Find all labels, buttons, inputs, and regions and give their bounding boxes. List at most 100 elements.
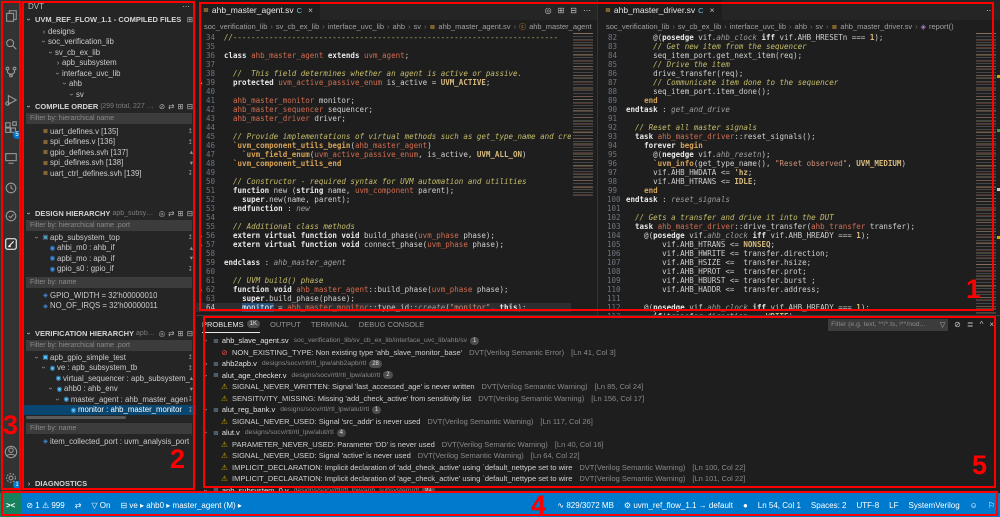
problems-issue-row[interactable]: ⚠ PARAMETER_NEVER_USED: Parameter 'DD' is… (196, 439, 1000, 451)
code-line[interactable]: 89 end (598, 96, 974, 105)
code-line[interactable]: 54 (196, 213, 571, 222)
close-icon[interactable]: × (308, 5, 313, 15)
pin-arrow-icon[interactable]: ▴ (190, 148, 196, 156)
sync-icon[interactable]: ⇄ (70, 493, 87, 517)
code-line[interactable]: 61 // UVM build() phase (196, 276, 571, 285)
code-line[interactable]: 44 (196, 123, 571, 132)
breadcrumb-item[interactable]: ahb (795, 22, 808, 31)
remote-indicator[interactable]: >< (0, 493, 22, 517)
chevron-down-icon[interactable]: › (202, 371, 211, 379)
code-line[interactable]: 63 super.build_phase(phase); (196, 294, 571, 303)
tree-row[interactable]: ≣ gpio_defines.svh [137] ▴ (22, 147, 196, 158)
code-line[interactable]: 88 seq_item_port.item_done(); (598, 87, 974, 96)
code-line[interactable]: 40 (196, 87, 571, 96)
problems-file-row[interactable]: › ≣ alut_age_checker.v designs/socv/rtl/rtl… (196, 370, 1000, 382)
minimap[interactable] (571, 33, 597, 315)
code-line[interactable]: ▲ 56 extern virtual function void build_p… (196, 231, 571, 240)
tree-row[interactable]: ≣ spi_defines.svh [138] ▾ (22, 158, 196, 169)
code-line[interactable]: 108 vif.AHB_HPROT <= transfer.prot; (598, 267, 974, 276)
follow-icon[interactable]: ◎ (159, 329, 166, 338)
collapse-all-icon[interactable]: ⊘ (954, 320, 961, 329)
code-line[interactable]: ▲ 57 extern virtual function void connect… (196, 240, 571, 249)
breadcrumb-item[interactable]: report() (929, 22, 954, 31)
pin-arrow-icon[interactable]: ▾ (190, 159, 196, 167)
code-line[interactable]: 50 // Constructor - required syntax for … (196, 177, 571, 186)
layout-icon[interactable]: ⊟ (570, 6, 577, 15)
tree-row[interactable]: › ahb (22, 79, 196, 90)
code-line[interactable]: 36 class ahb_master_agent extends uvm_age… (196, 51, 571, 60)
code-line[interactable]: 37 (196, 60, 571, 69)
problems-summary[interactable]: ⊘ 1 ⚠ 999 (21, 493, 69, 517)
account-icon[interactable] (0, 440, 22, 464)
tree-row[interactable]: › sv (22, 89, 196, 100)
verify-check-icon[interactable] (0, 204, 22, 228)
code-line[interactable]: 55 // Additional class methods (196, 222, 571, 231)
tree-row[interactable]: ◉ apbi_mo : apb_if ▾ (22, 253, 196, 264)
run-status-icon[interactable] (0, 176, 22, 200)
code-line[interactable]: 64 monitor = ahb_master_monitor::type_id… (196, 303, 571, 312)
code-line[interactable]: 48 `uvm_component_utils_end (196, 159, 571, 168)
code-line[interactable]: 98 vif.AHB_HTRANS <= IDLE; (598, 177, 974, 186)
problems-issue-row[interactable]: ⚠ SIGNAL_NEVER_USED: Signal 'src_addr' is… (196, 416, 1000, 428)
breadcrumb[interactable]: soc_verification_lib › sv_cb_ex_lib › interf… (196, 20, 597, 33)
dvt-build-config[interactable]: ⚙ uvm_ref_flow_1.1 → default (619, 493, 738, 517)
tree-row[interactable]: ◉ ahbi_m0 : ahb_if ▴ (22, 243, 196, 254)
problems-issue-row[interactable]: ⊘ NON_EXISTING_TYPE: Non existing type 'a… (196, 347, 1000, 359)
problems-issue-row[interactable]: ⚠ SIGNAL_NEVER_USED: Signal 'active' is n… (196, 450, 1000, 462)
code-line[interactable]: 97 vif.AHB_HWDATA <= 'hz; (598, 168, 974, 177)
pin-arrow-icon[interactable]: ↥ (188, 233, 196, 241)
chevron-right-icon[interactable]: › (202, 359, 210, 368)
problems-file-row[interactable]: › ≣ apb_subsystem_0.v designs/socv/rtl/rtl_… (196, 485, 1000, 493)
code-line[interactable]: 52 super.new(name, parent); (196, 195, 571, 204)
compiled-files-header[interactable]: › UVM_REF_FLOW_1.1 - COMPILED FILES ⊞ (22, 13, 196, 25)
code-line[interactable]: 111 (598, 294, 974, 303)
dvt-filter-toggle[interactable]: ▽ On (86, 493, 115, 517)
more-actions-icon[interactable]: ⋯ (583, 6, 591, 15)
clear-icon[interactable]: ⊘ (159, 102, 165, 111)
more-actions-icon[interactable]: ⋯ (182, 2, 190, 11)
breadcrumb-item[interactable]: interface_uvc_lib (730, 22, 786, 31)
tree-row[interactable]: ◈ item_collected_port : uvm_analysis_port (22, 436, 196, 447)
chevron-down-icon[interactable]: › (202, 486, 211, 493)
verification-ports-filter-input[interactable]: Filter by: name (26, 423, 192, 434)
code-line[interactable]: 59 endclass : ahb_master_agent (196, 258, 571, 267)
trace-icon[interactable]: ⇄ (168, 209, 174, 218)
screencast-icon[interactable]: ◎ (545, 6, 552, 15)
breadcrumb-item[interactable]: ahb_master_agent (529, 22, 592, 31)
code-line[interactable]: 47 `uvm_field_enum(uvm_active_passive_en… (196, 150, 571, 159)
horizontal-scrollbar[interactable] (26, 416, 126, 419)
split-editor-icon[interactable]: ⊞ (558, 6, 565, 15)
code-line[interactable]: 103 task ahb_master_driver::drive_transf… (598, 222, 974, 231)
code-line[interactable]: 100 endtask : reset_signals (598, 195, 974, 204)
feedback-smiley-icon[interactable]: ☺ (965, 493, 983, 517)
design-hierarchy-filter-input[interactable]: Filter by: hierarchical name .port (26, 220, 192, 231)
notifications-bell-icon[interactable]: ⚐ (983, 493, 1000, 517)
tree-row[interactable]: › soc_verification_lib (22, 37, 196, 48)
open-editors-icon[interactable]: ⊞ (187, 15, 193, 24)
pin-arrow-icon[interactable]: ↥ (188, 364, 196, 372)
code-line[interactable]: 101 (598, 204, 974, 213)
breadcrumb-item[interactable]: ahb (393, 22, 406, 31)
code-line[interactable]: 86 drive_transfer(req); (598, 69, 974, 78)
export-icon[interactable]: ⊟ (187, 209, 193, 218)
explorer-icon[interactable] (0, 4, 22, 28)
problems-filter-input[interactable]: Filter (e.g. text, **/*.ts, !**/nod... ▽ (828, 318, 949, 331)
tree-row[interactable]: ◈ GPIO_WIDTH = 32'h00000010 (22, 290, 196, 301)
pin-arrow-icon[interactable]: ↧ (188, 406, 196, 414)
tree-row[interactable]: ≣ spi_defines.v [136] ↥ (22, 137, 196, 148)
pin-arrow-icon[interactable]: ↧ (188, 395, 196, 403)
code-line[interactable]: 46 `uvm_component_utils_begin(ahb_master… (196, 141, 571, 150)
code-line[interactable]: 87 // Communicate item done to the seque… (598, 78, 974, 87)
code-line[interactable]: 105 vif.AHB_HTRANS <= NONSEQ; (598, 240, 974, 249)
code-editor[interactable]: 34 //------------------------------------… (196, 33, 571, 315)
remote-explorer-icon[interactable] (0, 146, 22, 170)
breadcrumb-item[interactable]: sv_cb_ex_lib (276, 22, 319, 31)
diagnostics-header[interactable]: › DIAGNOSTICS (22, 477, 196, 489)
problems-file-row[interactable]: › ≣ ahb2apb.v designs/socv/rtl/rtl_lpw/ahb2… (196, 358, 1000, 370)
code-line[interactable]: 41 ahb_master_monitor monitor; (196, 96, 571, 105)
code-line[interactable]: 82 @(posedge vif.ahb_clock iff vif.AHB_H… (598, 33, 974, 42)
code-line[interactable]: 51 function new (string name, uvm_compon… (196, 186, 571, 195)
run-debug-icon[interactable] (0, 88, 22, 112)
code-editor[interactable]: 82 @(posedge vif.ahb_clock iff vif.AHB_H… (598, 33, 974, 315)
source-control-icon[interactable] (0, 60, 22, 84)
